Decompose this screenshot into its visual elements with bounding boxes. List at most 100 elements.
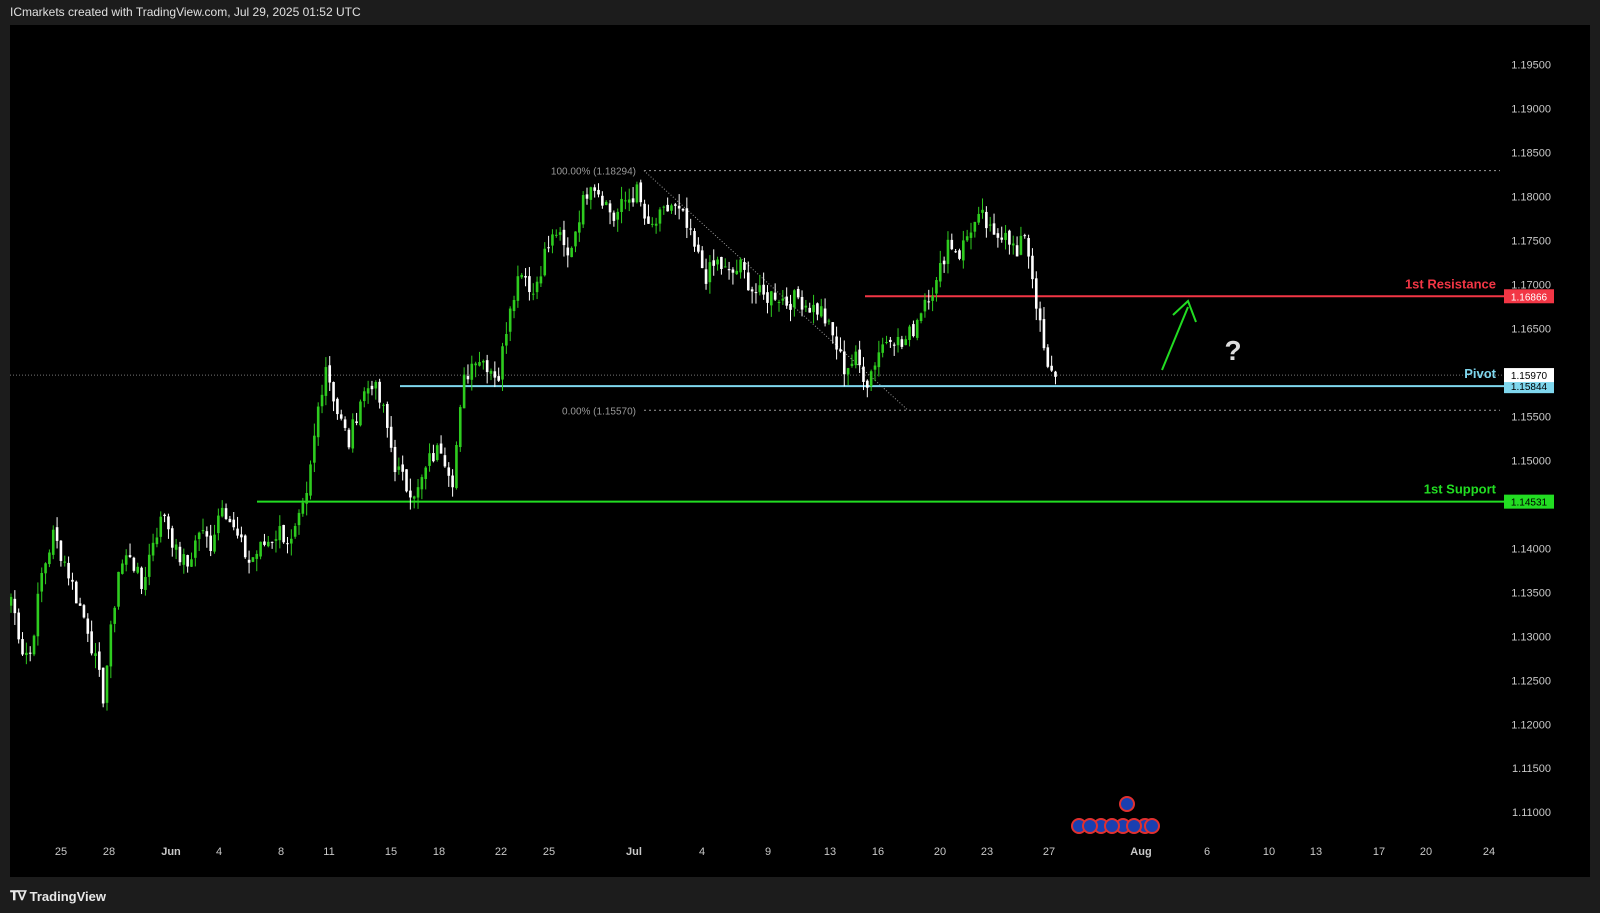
candle-body bbox=[36, 593, 40, 637]
candle-body bbox=[320, 394, 324, 407]
candle-body bbox=[919, 313, 923, 322]
candle-body bbox=[931, 296, 934, 301]
candle-body bbox=[992, 223, 996, 235]
fib-0-label: 0.00% (1.15570) bbox=[562, 406, 636, 417]
candle-body bbox=[71, 579, 74, 582]
candle-body bbox=[224, 508, 228, 519]
economic-events[interactable] bbox=[1071, 796, 1160, 834]
candle-body bbox=[32, 635, 36, 655]
candle-body bbox=[259, 541, 262, 557]
time-tick-label: 16 bbox=[872, 846, 884, 858]
candle-body bbox=[182, 554, 186, 565]
candle-body bbox=[770, 291, 773, 306]
candle-body bbox=[1034, 278, 1038, 309]
candle-body bbox=[674, 204, 677, 206]
price-tick-label: 1.15000 bbox=[1511, 455, 1551, 467]
candle-body bbox=[174, 544, 178, 550]
time-tick-label: 17 bbox=[1373, 846, 1385, 858]
candle-body bbox=[255, 553, 259, 559]
pivot-label: Pivot bbox=[1464, 366, 1496, 381]
candle-body bbox=[439, 443, 443, 454]
pivot-price-text: 1.15844 bbox=[1511, 382, 1548, 393]
candle-body bbox=[228, 518, 232, 523]
candle-body bbox=[731, 269, 735, 273]
current-price-text: 1.15970 bbox=[1511, 371, 1548, 382]
candle-body bbox=[51, 529, 55, 555]
candle-body bbox=[743, 262, 746, 270]
1st-support-price-text: 1.14531 bbox=[1511, 498, 1548, 509]
price-tick-label: 1.16500 bbox=[1511, 323, 1551, 335]
candle-body bbox=[355, 421, 358, 424]
price-tick-label: 1.18000 bbox=[1511, 192, 1551, 204]
candle-body bbox=[962, 240, 965, 261]
candle-body bbox=[981, 209, 984, 213]
candle-body bbox=[866, 380, 869, 388]
price-tick-label: 1.12000 bbox=[1511, 719, 1551, 731]
time-axis[interactable]: 25 28 Jun 4 8 11 15 18 22 25 Jul 4 9 13 16 20 23 27 Aug 6 10… bbox=[55, 846, 1495, 858]
candle-body bbox=[988, 224, 992, 226]
event-marker-icon bbox=[1104, 818, 1120, 834]
candle-body bbox=[958, 250, 961, 259]
candle-body bbox=[274, 539, 278, 541]
candle-body bbox=[147, 554, 151, 577]
candle-body bbox=[727, 269, 731, 271]
time-tick-label: 20 bbox=[1420, 846, 1432, 858]
candle-body bbox=[297, 512, 301, 526]
event-marker-icon bbox=[1126, 818, 1142, 834]
candle-body bbox=[470, 363, 474, 380]
candle-body bbox=[163, 514, 166, 517]
candle-body bbox=[750, 289, 754, 292]
candle-body bbox=[877, 352, 881, 368]
candle-body bbox=[366, 388, 370, 394]
candle-body bbox=[666, 204, 669, 212]
candle-body bbox=[121, 563, 124, 574]
candle-body bbox=[712, 260, 716, 266]
candle-body bbox=[13, 598, 17, 614]
candle-body bbox=[650, 223, 654, 225]
candle-body bbox=[1050, 365, 1053, 371]
price-tick-label: 1.11500 bbox=[1512, 763, 1551, 775]
candle-body bbox=[362, 391, 366, 402]
candle-body bbox=[697, 244, 700, 252]
candle-body bbox=[562, 229, 566, 246]
candle-body bbox=[378, 381, 381, 403]
candle-body bbox=[889, 339, 892, 342]
price-axis[interactable]: 1.11000 1.11500 1.12000 1.12500 1.13000 1.135… bbox=[1511, 60, 1551, 820]
candle-body bbox=[359, 401, 362, 426]
candle-body bbox=[620, 198, 623, 212]
candle-body bbox=[746, 272, 750, 291]
candle-body bbox=[597, 189, 600, 195]
candle-body bbox=[885, 341, 888, 343]
candle-body bbox=[977, 213, 980, 223]
candle-body bbox=[67, 562, 70, 579]
candle-body bbox=[48, 552, 51, 565]
candle-body bbox=[777, 302, 781, 304]
candle-body bbox=[900, 339, 904, 347]
candle-body bbox=[827, 320, 831, 322]
candle-body bbox=[881, 344, 884, 353]
chart-area[interactable]: 1.11000 1.11500 1.12000 1.12500 1.13000 1.135… bbox=[9, 25, 1590, 877]
candle-body bbox=[493, 371, 497, 378]
candle-body bbox=[593, 187, 596, 191]
price-tick-label: 1.13500 bbox=[1511, 587, 1551, 599]
candle-body bbox=[397, 466, 401, 470]
price-chart[interactable]: 1.11000 1.11500 1.12000 1.12500 1.13000 1.135… bbox=[9, 25, 1590, 877]
footer-bar: 𝐓∇ TradingView bbox=[0, 877, 1600, 913]
candle-body bbox=[435, 445, 439, 460]
candle-body bbox=[773, 292, 777, 300]
candle-body bbox=[819, 306, 823, 317]
candle-body bbox=[336, 398, 339, 415]
candle-body bbox=[1015, 245, 1019, 257]
time-tick-label: 25 bbox=[55, 846, 67, 858]
candle-body bbox=[735, 270, 739, 275]
candle-body bbox=[305, 492, 308, 504]
candle-body bbox=[293, 526, 297, 537]
candle-body bbox=[839, 349, 842, 352]
candle-body bbox=[1004, 232, 1007, 240]
candle-body bbox=[90, 631, 93, 654]
candle-body bbox=[954, 251, 957, 253]
tradingview-logo[interactable]: 𝐓∇ TradingView bbox=[10, 888, 106, 904]
candle-body bbox=[677, 205, 681, 209]
candle-body bbox=[808, 307, 812, 313]
question-mark-icon: ? bbox=[1224, 335, 1241, 366]
